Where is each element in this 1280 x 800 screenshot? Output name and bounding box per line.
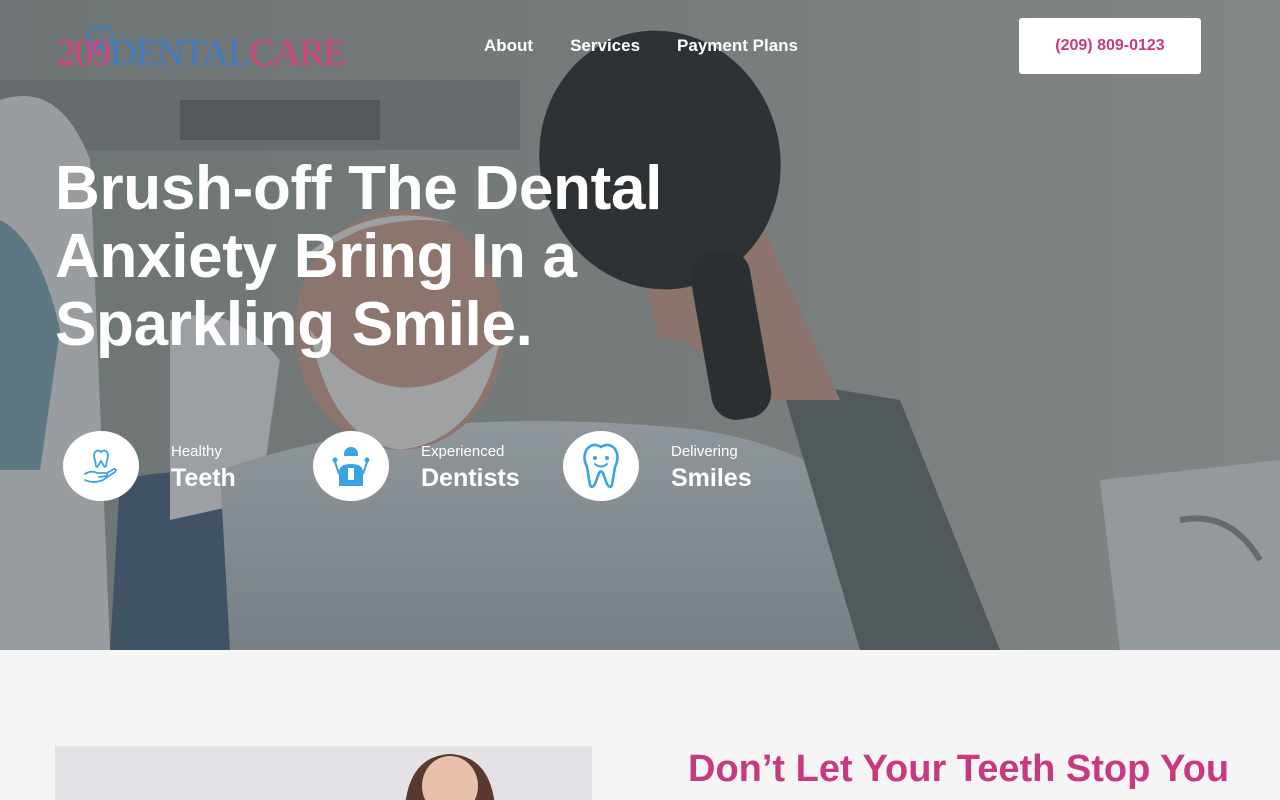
hero-headline-line: Brush-off The Dental <box>55 154 663 223</box>
feature-big-label: Teeth <box>171 464 236 492</box>
intro-section: Don’t Let Your Teeth Stop You <box>0 650 1280 800</box>
section-photo <box>55 746 592 800</box>
logo-word-care: CARE <box>249 32 346 74</box>
feature-experienced-dentists: Experienced Dentists <box>313 431 543 501</box>
feature-delivering-smiles: Delivering Smiles <box>563 431 793 501</box>
logo-word-dental: DENTAL <box>109 32 251 74</box>
section-title: Don’t Let Your Teeth Stop You <box>688 748 1230 790</box>
phone-button[interactable]: (209) 809-0123 <box>1019 18 1201 74</box>
logo-number: 209 <box>57 32 111 74</box>
feature-small-label: Delivering <box>671 443 738 460</box>
tooth-hand-icon <box>84 449 117 483</box>
feature-icon-circle <box>563 431 639 501</box>
feature-small-label: Experienced <box>421 443 505 460</box>
feature-healthy-teeth: Healthy Teeth <box>63 431 293 501</box>
feature-small-label: Healthy <box>171 443 222 460</box>
smiling-tooth-icon <box>583 443 619 489</box>
hero-headline-line: Sparkling Smile. <box>55 290 533 359</box>
nav-link-about[interactable]: About <box>484 36 533 56</box>
feature-icon-circle <box>313 431 389 501</box>
hero-headline-line: Anxiety Bring In a <box>55 222 577 291</box>
nav-link-services[interactable]: Services <box>570 36 640 56</box>
nav-link-payment-plans[interactable]: Payment Plans <box>677 36 798 56</box>
site-logo[interactable]: 209DENTALCARE <box>57 24 379 72</box>
feature-big-label: Dentists <box>421 464 520 492</box>
hero-headline: Brush-off The Dental Anxiety Bring In a … <box>55 155 715 359</box>
feature-icon-circle <box>63 431 139 501</box>
feature-big-label: Smiles <box>671 464 752 492</box>
dentist-icon <box>332 447 370 486</box>
main-nav: About Services Payment Plans <box>484 36 798 56</box>
hero-section: 209DENTALCARE About Services Payment Pla… <box>0 0 1280 650</box>
